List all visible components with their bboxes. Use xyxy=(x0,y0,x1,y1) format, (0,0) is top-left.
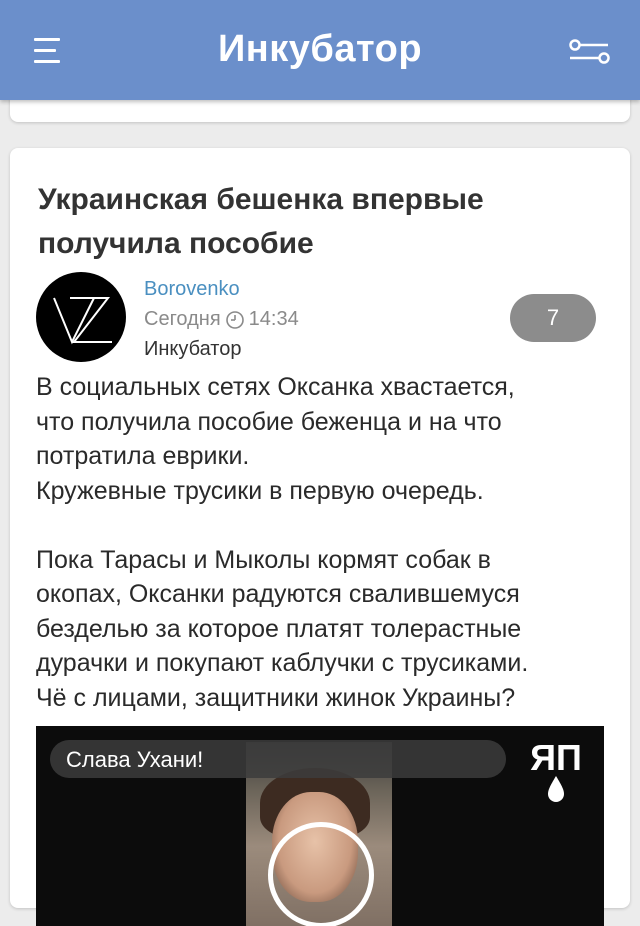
post-body-line: безделью за которое платят толерастные xyxy=(36,614,522,643)
page-title: Инкубатор xyxy=(217,28,423,70)
yap-logo-icon: ЯП xyxy=(530,737,582,802)
post-body: В социальных сетях Оксанка хвастается, ч… xyxy=(36,370,616,715)
video-player[interactable]: Слава Ухани! ЯП xyxy=(36,726,604,926)
filter-button[interactable] xyxy=(566,36,614,68)
post-body-line: дурачки и покупают каблучки с трусиками. xyxy=(36,649,529,677)
post-body-line: Чё с лицами, защитники жинок Украины? xyxy=(36,683,516,712)
post-title[interactable]: Украинская бешенка впервые получила посо… xyxy=(38,178,578,266)
post-timestamp: Сегодня 14:34 xyxy=(144,308,299,331)
clock-icon xyxy=(225,310,244,329)
post-body-line: В социальных сетях Оксанка хвастается, xyxy=(36,373,515,401)
community-link[interactable]: Инкубатор xyxy=(144,338,241,361)
video-title: Слава Ухани! xyxy=(66,747,204,772)
post-card: Украинская бешенка впервые получила посо… xyxy=(10,148,630,926)
video-title-bar: Слава Ухани! xyxy=(50,740,506,778)
author-name[interactable]: Borovenko xyxy=(144,278,240,301)
post-body-line: Пока Тарасы и Мыколы кормят собак в xyxy=(36,545,491,574)
post-body-line: окопах, Оксанки радуются свалившемуся xyxy=(36,580,520,608)
post-body-line: потратила еврики. xyxy=(36,442,250,470)
filter-sliders-icon xyxy=(569,39,610,64)
author-avatar[interactable] xyxy=(36,272,126,362)
post-clock-time: 14:34 xyxy=(248,308,299,330)
comments-count-badge[interactable]: 7 xyxy=(510,294,596,342)
avatar-logo-icon xyxy=(53,297,112,345)
play-button[interactable] xyxy=(268,822,374,926)
post-body-line: Кружевные трусики в первую очередь. xyxy=(36,476,484,505)
post-date: Сегодня xyxy=(144,308,221,330)
post-body-line: что получила пособие беженца и на что xyxy=(36,407,502,436)
app-header: Инкубатор xyxy=(0,0,640,100)
yap-logo-text: ЯП xyxy=(530,737,582,778)
